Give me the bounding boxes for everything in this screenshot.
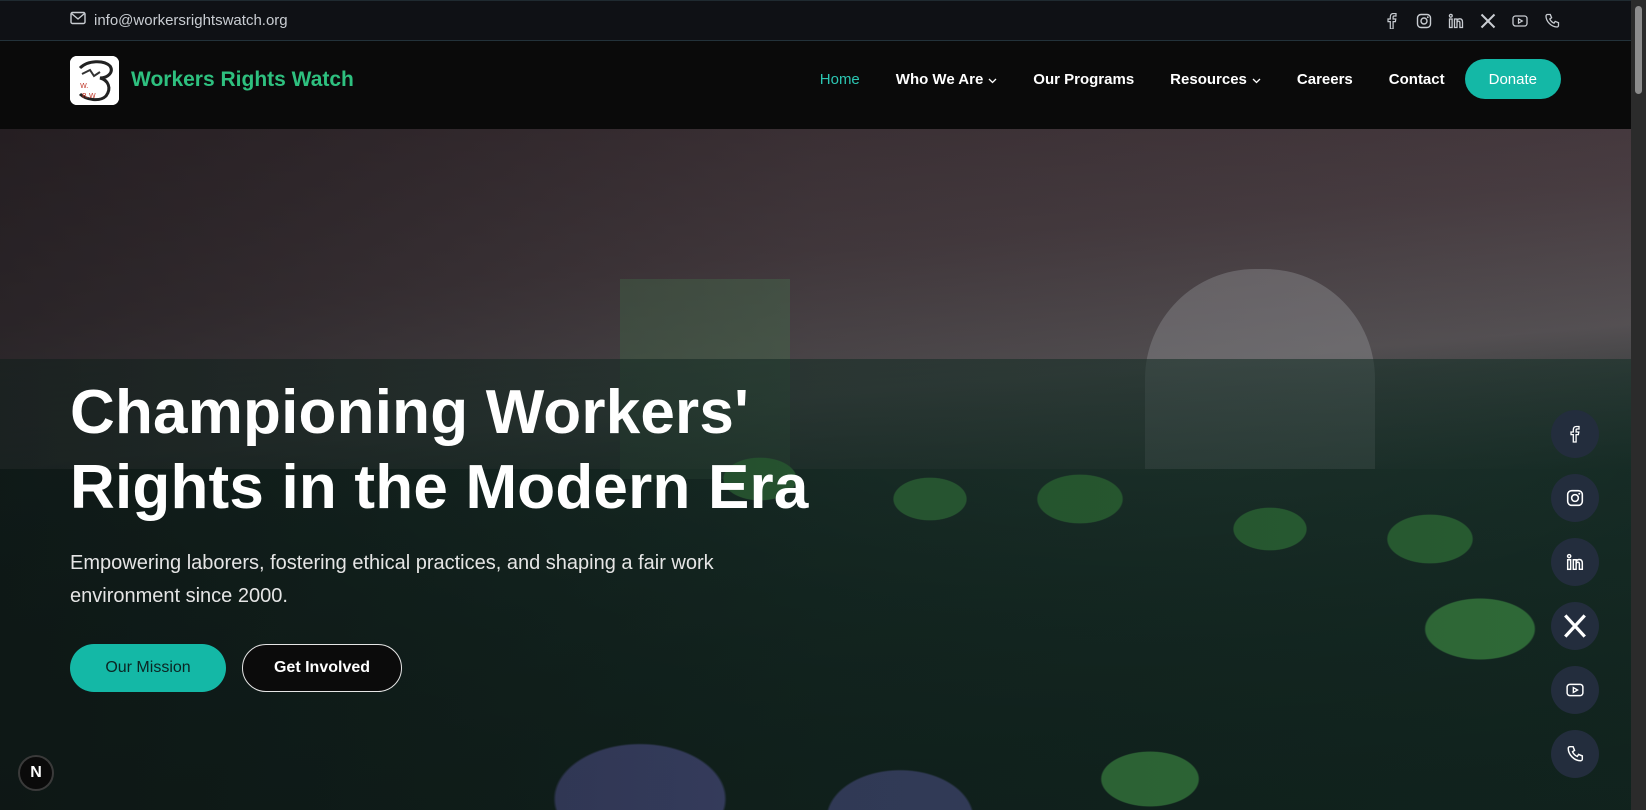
get-involved-button[interactable]: Get Involved [242, 644, 402, 692]
facebook-icon[interactable] [1551, 410, 1599, 458]
brand-logo[interactable]: W. R.W [70, 56, 119, 105]
linkedin-icon[interactable] [1447, 12, 1465, 30]
dev-tools-badge[interactable]: N [18, 755, 54, 791]
youtube-icon[interactable] [1511, 12, 1529, 30]
scrollbar-thumb[interactable] [1635, 6, 1642, 94]
svg-text:W.: W. [80, 82, 88, 90]
hero-title-line-1: Championing Workers' [70, 378, 750, 447]
floating-social-bar [1551, 410, 1599, 778]
linkedin-icon[interactable] [1551, 538, 1599, 586]
nav-item-label: Resources [1170, 70, 1247, 88]
email-text: info@workersrightswatch.org [94, 11, 288, 29]
nav-item-label: Contact [1388, 70, 1445, 88]
nav-item-who-we-are[interactable]: Who We Are [896, 71, 998, 88]
nav-item-our-programs[interactable]: Our Programs [1033, 71, 1134, 88]
nav-item-resources[interactable]: Resources [1170, 71, 1261, 88]
svg-text:R.W: R.W [82, 92, 96, 100]
phone-icon[interactable] [1551, 730, 1599, 778]
brand-name[interactable]: Workers Rights Watch [131, 68, 354, 92]
page-scrollbar[interactable] [1631, 0, 1646, 810]
nav-item-home[interactable]: Home [820, 71, 860, 88]
chevron-down-icon [988, 71, 997, 88]
nav-item-label: Home [819, 70, 860, 88]
donate-button[interactable]: Donate [1464, 59, 1561, 99]
hero-subtitle: Empowering laborers, fostering ethical p… [70, 552, 714, 607]
nav-item-contact[interactable]: Contact [1389, 71, 1445, 88]
hero-title: Championing Workers' Rights in the Moder… [70, 375, 870, 525]
facebook-icon[interactable] [1383, 12, 1401, 30]
email-link[interactable]: info@workersrightswatch.org [70, 11, 288, 29]
x-icon[interactable] [1551, 602, 1599, 650]
nav-item-careers[interactable]: Careers [1297, 71, 1353, 88]
nav-item-label: Who We Are [895, 70, 984, 88]
main-navigation: W. R.W Workers Rights Watch Home Who We … [0, 41, 1631, 129]
mail-icon [70, 11, 86, 29]
instagram-icon[interactable] [1551, 474, 1599, 522]
x-icon[interactable] [1479, 12, 1497, 30]
nav-item-label: Our Programs [1033, 70, 1135, 88]
our-mission-button[interactable]: Our Mission [70, 644, 226, 692]
top-bar: info@workersrightswatch.org [0, 0, 1631, 41]
chevron-down-icon [1252, 71, 1261, 88]
nav-menu: Home Who We Are Our Programs Resources C… [784, 59, 1561, 99]
youtube-icon[interactable] [1551, 666, 1599, 714]
top-social-links [1383, 12, 1561, 30]
nav-item-label: Careers [1296, 70, 1353, 88]
hero-title-line-2: Rights in the Modern Era [70, 453, 809, 522]
phone-icon[interactable] [1543, 12, 1561, 30]
instagram-icon[interactable] [1415, 12, 1433, 30]
